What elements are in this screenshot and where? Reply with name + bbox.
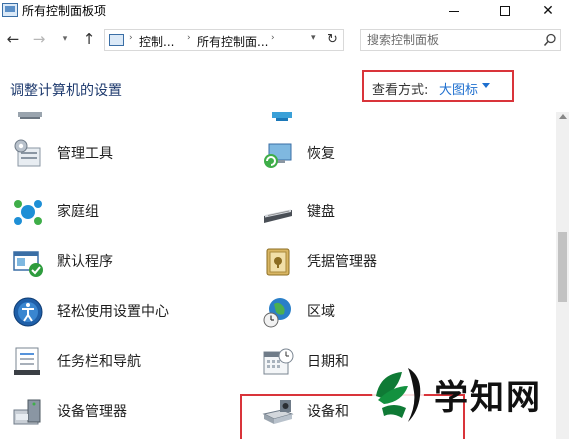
item-label: 任务栏和导航 xyxy=(57,354,141,370)
ease-of-access-icon xyxy=(13,297,43,327)
view-by-label: 查看方式: xyxy=(372,83,429,98)
leaf-logo-icon xyxy=(372,362,425,422)
date-time-icon xyxy=(263,348,294,375)
item-label: 设备管理器 xyxy=(57,404,127,420)
minimize-button[interactable] xyxy=(431,0,477,22)
refresh-button[interactable]: ↻ xyxy=(322,29,344,51)
item-label: 家庭组 xyxy=(57,204,99,220)
item-label: 日期和 xyxy=(307,354,349,370)
item-recovery[interactable]: 恢复 xyxy=(262,134,492,174)
item-device-manager[interactable]: 设备管理器 xyxy=(12,392,242,432)
taskbar-icon xyxy=(14,347,40,375)
address-history-chevron-icon[interactable]: ▾ xyxy=(311,33,316,43)
navigation-bar: ← → ▾ ↑ › 控制... › 所有控制面... › ▾ ↻ xyxy=(0,26,569,54)
keyboard-icon xyxy=(264,209,292,223)
item-label: 区域 xyxy=(307,304,335,320)
region-icon xyxy=(263,298,291,328)
item-region[interactable]: 区域 xyxy=(262,292,492,332)
watermark-text: 学知网 xyxy=(434,378,542,418)
caret-down-icon[interactable] xyxy=(482,83,490,88)
control-panel-icon xyxy=(2,3,18,17)
recovery-icon xyxy=(264,143,292,168)
close-button[interactable]: ✕ xyxy=(525,0,569,22)
recent-locations-button[interactable]: ▾ xyxy=(56,30,74,48)
forward-button[interactable]: → xyxy=(30,30,48,48)
title-bar: 所有控制面板项 ✕ xyxy=(0,0,569,22)
default-programs-icon xyxy=(13,251,43,277)
search-icon[interactable] xyxy=(543,33,557,47)
item-label: 凭据管理器 xyxy=(307,254,377,270)
item-keyboard[interactable]: 键盘 xyxy=(262,192,492,232)
search-input[interactable] xyxy=(367,31,537,49)
view-by-dropdown[interactable]: 大图标 xyxy=(439,79,478,98)
window-title: 所有控制面板项 xyxy=(22,4,107,18)
item-default-programs[interactable]: 默认程序 xyxy=(12,242,242,282)
breadcrumb-separator-icon[interactable]: › xyxy=(187,33,191,43)
item-label: 默认程序 xyxy=(57,254,113,270)
page-title: 调整计算机的设置 xyxy=(10,83,122,99)
partial-item-icon xyxy=(272,112,292,121)
homegroup-icon xyxy=(14,200,42,225)
address-bar[interactable]: › 控制... › 所有控制面... › ▾ xyxy=(104,29,344,51)
item-homegroup[interactable]: 家庭组 xyxy=(12,192,242,232)
control-panel-icon xyxy=(109,34,124,46)
partial-item-icon xyxy=(18,112,42,119)
up-button[interactable]: ↑ xyxy=(80,30,98,48)
item-label: 键盘 xyxy=(307,204,335,220)
item-ease-of-access[interactable]: 轻松使用设置中心 xyxy=(12,292,242,332)
item-admin-tools[interactable]: 管理工具 xyxy=(12,134,242,174)
watermark: 学知网 xyxy=(352,352,562,436)
back-button[interactable]: ← xyxy=(4,30,22,48)
item-credential-manager[interactable]: 凭据管理器 xyxy=(262,242,492,282)
credential-manager-icon xyxy=(266,248,290,276)
admin-tools-icon xyxy=(14,139,41,167)
item-label: 轻松使用设置中心 xyxy=(57,304,169,320)
view-by-selector[interactable]: 查看方式: 大图标 xyxy=(362,70,514,102)
scrollbar-thumb[interactable] xyxy=(558,232,567,302)
breadcrumb-item-control-panel[interactable]: 控制... xyxy=(139,33,174,50)
item-label: 恢复 xyxy=(307,146,335,162)
breadcrumb-separator-icon[interactable]: › xyxy=(271,33,275,43)
search-box[interactable] xyxy=(360,29,561,51)
maximize-button[interactable] xyxy=(482,0,528,22)
device-manager-icon xyxy=(13,399,41,425)
item-label: 管理工具 xyxy=(57,146,113,162)
breadcrumb-item-all-items[interactable]: 所有控制面... xyxy=(197,33,268,50)
breadcrumb-separator-icon[interactable]: › xyxy=(129,33,133,43)
item-taskbar-navigation[interactable]: 任务栏和导航 xyxy=(12,342,242,382)
scroll-up-arrow-icon[interactable] xyxy=(559,114,567,119)
